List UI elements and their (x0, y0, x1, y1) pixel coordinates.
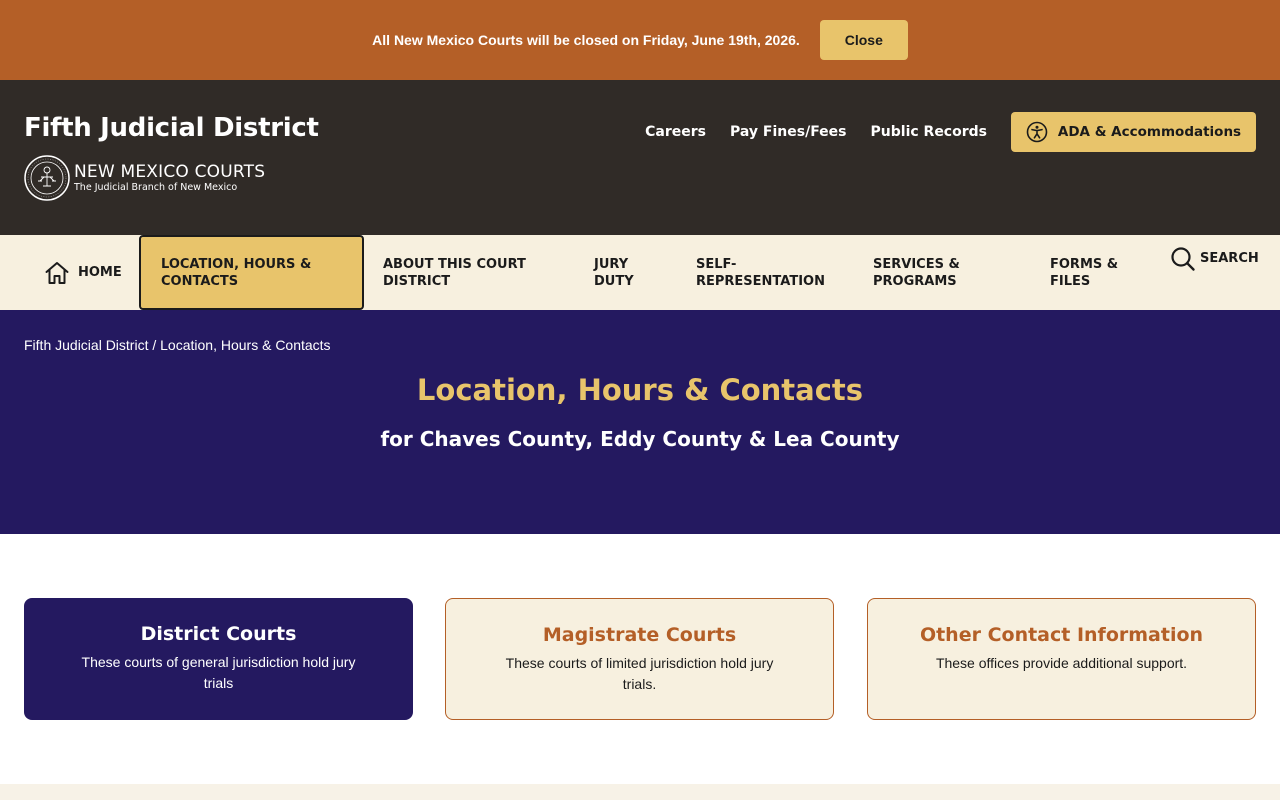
logo-name: NEW MEXICO COURTS (74, 162, 266, 182)
card-title: District Courts (140, 623, 297, 645)
pay-fines-link[interactable]: Pay Fines/Fees (730, 124, 847, 140)
magistrate-courts-card[interactable]: Magistrate Courts These courts of limite… (445, 598, 834, 720)
logo-subtitle: The Judicial Branch of New Mexico (74, 182, 238, 193)
page-hero: Fifth Judicial District / Location, Hour… (0, 310, 1280, 534)
alert-banner: All New Mexico Courts will be closed on … (0, 0, 1280, 80)
nav-services-programs[interactable]: SERVICES & PROGRAMS (873, 235, 983, 310)
public-records-link[interactable]: Public Records (871, 124, 987, 140)
breadcrumb: Fifth Judicial District / Location, Hour… (24, 337, 331, 353)
nav-search-label: SEARCH (1200, 251, 1259, 266)
nav-search[interactable]: SEARCH (1170, 221, 1259, 296)
breadcrumb-separator: / (148, 337, 161, 353)
nav-about-label: ABOUT THIS COURT DISTRICT (383, 256, 526, 289)
district-courts-card[interactable]: District Courts These courts of general … (24, 598, 413, 720)
nav-jury-duty[interactable]: JURY DUTY (594, 235, 649, 310)
nav-location-label: LOCATION, HOURS & CONTACTS (161, 256, 312, 289)
card-description: These courts of general jurisdiction hol… (81, 654, 356, 691)
search-icon (1171, 246, 1195, 271)
card-title: Other Contact Information (919, 624, 1204, 646)
nm-courts-logo[interactable]: NEW MEXICO COURTS The Judicial Branch of… (24, 155, 265, 201)
nav-forms-label: FORMS & FILES (1050, 256, 1119, 289)
accessibility-icon (1026, 121, 1048, 143)
alert-close-button[interactable]: Close (819, 20, 908, 60)
page-title: Location, Hours & Contacts (416, 373, 864, 407)
nav-jury-label: JURY DUTY (594, 256, 634, 289)
site-header: Fifth Judicial District NEW MEXICO COURT… (0, 80, 1280, 235)
breadcrumb-current: Location, Hours & Contacts (160, 337, 331, 353)
card-title: Magistrate Courts (542, 624, 737, 646)
card-description: These offices provide additional support… (935, 655, 1188, 671)
breadcrumb-home-link[interactable]: Fifth Judicial District (24, 337, 148, 353)
ada-label: ADA & Accommodations (1057, 124, 1242, 140)
other-contact-card[interactable]: Other Contact Information These offices … (867, 598, 1256, 720)
home-icon (45, 261, 69, 284)
nav-self-representation[interactable]: SELF-REPRESENTATION (696, 235, 831, 310)
nav-forms-files[interactable]: FORMS & FILES (1050, 235, 1135, 310)
nav-home[interactable]: HOME (44, 235, 122, 310)
nav-self-rep-label: SELF-REPRESENTATION (696, 256, 825, 289)
alert-message: All New Mexico Courts will be closed on … (372, 32, 800, 48)
main-navigation: HOME LOCATION, HOURS & CONTACTS ABOUT TH… (0, 235, 1280, 310)
nav-services-label: SERVICES & PROGRAMS (873, 256, 960, 289)
card-description: These courts of limited jurisdiction hol… (505, 655, 774, 692)
nav-about-court-district[interactable]: ABOUT THIS COURT DISTRICT (383, 235, 543, 310)
careers-link[interactable]: Careers (645, 124, 706, 140)
utility-links: Careers Pay Fines/Fees Public Records (645, 124, 987, 140)
ada-accommodations-button[interactable]: ADA & Accommodations (1011, 112, 1256, 152)
nav-home-label: HOME (78, 265, 122, 280)
main-content: District Courts These courts of general … (0, 534, 1280, 784)
site-title[interactable]: Fifth Judicial District (24, 113, 319, 143)
nav-location-hours-contacts[interactable]: LOCATION, HOURS & CONTACTS (139, 235, 364, 310)
page-subtitle: for Chaves County, Eddy County & Lea Cou… (380, 427, 900, 451)
court-seal-icon (24, 155, 70, 201)
footer-strip (0, 784, 1280, 800)
